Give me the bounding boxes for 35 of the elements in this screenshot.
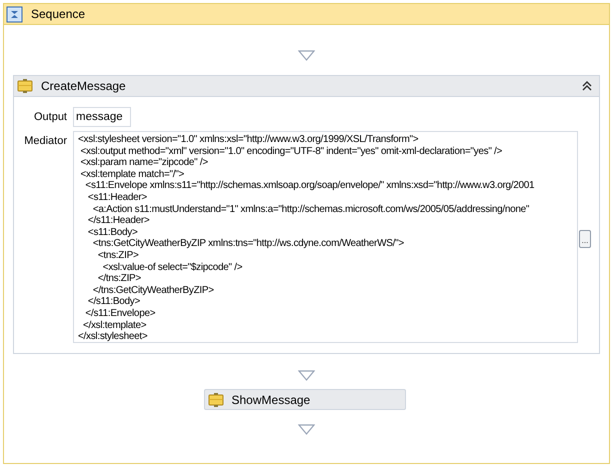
code-editor[interactable] [73,131,578,343]
drop-arrow-icon [298,50,315,61]
drop-arrow-icon [298,424,315,435]
sequence-title: Sequence [31,6,86,23]
code-line: <xsl:stylesheet version="1.0" xmlns:xsl="http://www.w3.org/1999/XSL/Transform"> [78,134,420,146]
code-line: </xsl:stylesheet> [78,331,148,342]
code-line: <xsl:value-of select="$zipcode" /> [102,262,244,274]
code-line: </tns:GetCityWeatherByZIP> [92,284,215,296]
sequence-icon [6,6,23,22]
code-line: <xsl:param name="zipcode" /> [79,157,209,169]
code-line: </tns:ZIP> [96,273,142,285]
code-line: </s11:Body> [86,296,142,308]
briefcase-icon [208,392,224,408]
code-line: <s11:Body> [86,226,139,238]
browse-button[interactable]: ... [579,230,591,248]
collapse-chevrons-icon [581,80,593,92]
code-line: <s11:Envelope xmlns:s11="http://schemas.xmlsoap.org/soap/envelope/" xmlns:xsd="http://www.w3.org/2001 [84,180,536,192]
code-line: <s11:Header> [86,192,148,204]
code-line: <a:Action s11:mustUnderstand="1" xmlns:a="http://schemas.microsoft.com/ws/2005/05/addressing/none" [92,204,530,216]
activity-block[interactable]: ShowMessage [204,389,406,410]
output-field[interactable]: message [73,107,131,127]
code-line: </s11:Header> [86,215,150,227]
mediator-label: Mediator [23,134,68,149]
code-line: </xsl:template> [82,320,148,332]
code-line: <xsl:output method="xml" version="1.0" encoding="UTF-8" indent="yes" omit-xml-declaration="yes" /> [79,146,504,158]
briefcase-icon [17,78,33,94]
activity-title: ShowMessage [232,392,310,408]
code-line: <xsl:template match="/"> [79,168,186,180]
drop-arrow-icon [298,370,315,381]
code-line: <tns:ZIP> [96,250,140,262]
activity-title: CreateMessage [41,78,127,95]
code-line: </s11:Envelope> [84,308,156,320]
output-label: Output [32,110,68,125]
collapse-button[interactable] [580,79,594,93]
code-line: <tns:GetCityWeatherByZIP xmlns:tns="http://ws.cdyne.com/WeatherWS/"> [92,238,405,250]
